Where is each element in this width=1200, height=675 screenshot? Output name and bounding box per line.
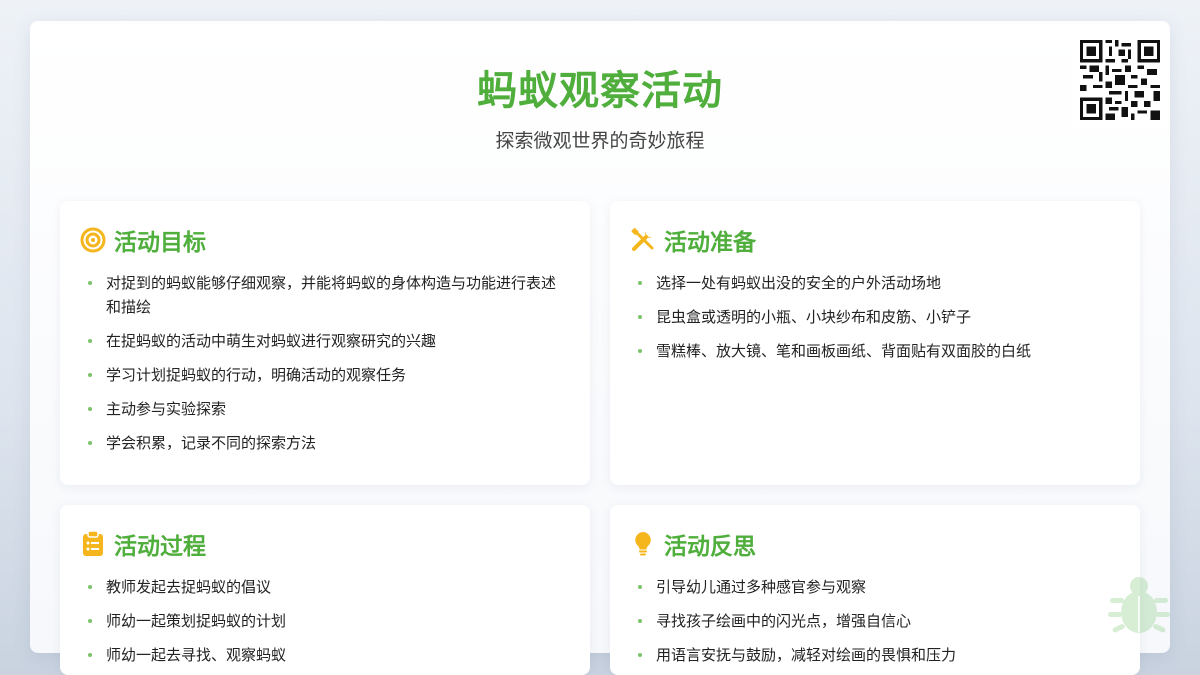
page-title: 蚂蚁观察活动 — [477, 68, 723, 114]
list-item: 引导幼儿通过多种感官参与观察 — [636, 575, 1120, 599]
list-item: 雪糕棒、放大镜、笔和画板画纸、背面贴有双面胶的白纸 — [636, 339, 1120, 363]
list-item: 昆虫盒或透明的小瓶、小块纱布和皮筋、小铲子 — [636, 305, 1120, 329]
list-item: 选择一处有蚂蚁出没的安全的户外活动场地 — [636, 271, 1120, 295]
list-item: 师幼一起策划捉蚂蚁的计划 — [86, 609, 570, 633]
reflection-list: 引导幼儿通过多种感官参与观察 寻找孩子绘画中的闪光点，增强自信心 用语言安抚与鼓… — [630, 575, 1120, 667]
card-process: 活动过程 教师发起去捉蚂蚁的倡议 师幼一起策划捉蚂蚁的计划 师幼一起去寻找、观察… — [60, 505, 590, 675]
target-icon — [80, 227, 106, 253]
page-subtitle: 探索微观世界的奇妙旅程 — [495, 130, 705, 152]
qr-code-icon — [1072, 32, 1168, 128]
process-list: 教师发起去捉蚂蚁的倡议 师幼一起策划捉蚂蚁的计划 师幼一起去寻找、观察蚂蚁 — [80, 575, 570, 667]
card-preparation: 活动准备 选择一处有蚂蚁出没的安全的户外活动场地 昆虫盒或透明的小瓶、小块纱布和… — [610, 201, 1140, 485]
preparation-list: 选择一处有蚂蚁出没的安全的户外活动场地 昆虫盒或透明的小瓶、小块纱布和皮筋、小铲… — [630, 271, 1120, 363]
list-item: 在捉蚂蚁的活动中萌生对蚂蚁进行观察研究的兴趣 — [86, 329, 570, 353]
list-item: 主动参与实验探索 — [86, 397, 570, 421]
card-title: 活动过程 — [114, 534, 206, 560]
lightbulb-icon — [630, 531, 656, 557]
card-reflection: 活动反思 引导幼儿通过多种感官参与观察 寻找孩子绘画中的闪光点，增强自信心 用语… — [610, 505, 1140, 675]
card-title: 活动反思 — [664, 534, 756, 560]
tools-icon — [630, 227, 656, 253]
list-item: 寻找孩子绘画中的闪光点，增强自信心 — [636, 609, 1120, 633]
list-item: 教师发起去捉蚂蚁的倡议 — [86, 575, 570, 599]
card-title: 活动准备 — [664, 230, 756, 256]
card-goals: 活动目标 对捉到的蚂蚁能够仔细观察，并能将蚂蚁的身体构造与功能进行表述和描绘 在… — [60, 201, 590, 485]
list-item: 学会积累，记录不同的探索方法 — [86, 431, 570, 455]
bug-icon — [1108, 574, 1170, 638]
list-item: 对捉到的蚂蚁能够仔细观察，并能将蚂蚁的身体构造与功能进行表述和描绘 — [86, 271, 570, 319]
list-item: 师幼一起去寻找、观察蚂蚁 — [86, 643, 570, 667]
list-item: 用语言安抚与鼓励，减轻对绘画的畏惧和压力 — [636, 643, 1120, 667]
clipboard-icon — [80, 531, 106, 557]
list-item: 学习计划捉蚂蚁的行动，明确活动的观察任务 — [86, 363, 570, 387]
card-title: 活动目标 — [114, 230, 206, 256]
goals-list: 对捉到的蚂蚁能够仔细观察，并能将蚂蚁的身体构造与功能进行表述和描绘 在捉蚂蚁的活… — [80, 271, 570, 455]
